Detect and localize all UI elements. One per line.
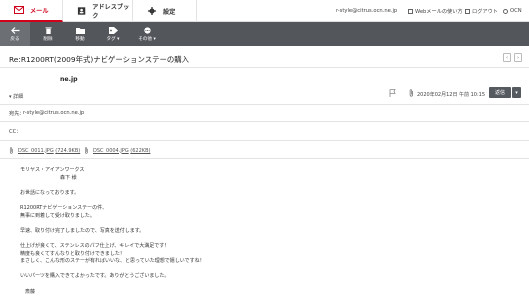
body-line: モリヤス・アイアンワークス: [20, 167, 85, 173]
cc-label: CC：: [9, 129, 22, 135]
attachment-name: DSC_0011.JPG: [18, 147, 54, 154]
tab-mail-label: メール: [30, 7, 49, 15]
message-subject: Re:R1200RT(2009年式)ナビゲーションステーの購入: [9, 55, 190, 64]
attachment-item[interactable]: DSC_0011.JPG (724.9KB): [9, 147, 80, 154]
body-line: [20, 182, 500, 190]
delete-button[interactable]: 削除: [33, 22, 63, 46]
tab-settings[interactable]: 設定: [133, 0, 197, 22]
arrow-left-icon: [10, 26, 19, 34]
body-line: 斎藤: [20, 288, 36, 295]
attachments-divider: [0, 158, 529, 159]
body-line: 早速、取り付け完了しましたので、写真を送付します。: [20, 227, 145, 234]
body-line: お世話になっております。: [20, 189, 80, 196]
cc-divider: [0, 140, 529, 141]
to-address: r-style@citrus.ocn.ne.jp: [23, 110, 85, 116]
body-line: R1200RTナビゲーションステーの件、: [20, 204, 108, 211]
body-line: 仕上げが良くて、ステンレスのパフ仕上げ、キレイで大満足です！: [20, 242, 170, 249]
address-book-icon: [77, 7, 86, 15]
help-icon: [408, 8, 413, 14]
logout-label: ログアウト: [472, 8, 498, 15]
top-navigation: メール アドレスブック 設定 r-style@citrus.ocn.ne.jp …: [0, 0, 529, 22]
move-button[interactable]: 移動: [65, 22, 95, 46]
tag-icon: [108, 26, 118, 34]
paperclip-icon: [84, 147, 88, 154]
brand-logo-icon: [503, 8, 508, 14]
body-line: [20, 235, 500, 243]
more-button[interactable]: その他 ▾: [130, 22, 164, 46]
body-line: [20, 281, 500, 289]
body-line: いいパーツを購入できてよかったです。ありがとうございました。: [20, 273, 170, 280]
message-navigation: ‹ ›: [503, 53, 522, 62]
detail-toggle-label: 詳細: [13, 94, 24, 100]
body-line: [20, 220, 500, 228]
chevron-down-icon: ▾: [515, 89, 518, 96]
chevron-left-icon: ‹: [506, 54, 508, 61]
more-icon: [143, 26, 151, 34]
chevron-right-icon: ›: [517, 54, 519, 61]
tab-mail[interactable]: メール: [0, 0, 63, 22]
reply-options-button[interactable]: ▾: [512, 87, 521, 98]
tab-settings-label: 設定: [163, 8, 176, 16]
back-label: 戻る: [10, 36, 20, 42]
logout-icon: [465, 8, 470, 14]
sender-name: ne.jp: [60, 76, 78, 83]
brand-logo[interactable]: OCN: [503, 0, 522, 22]
attachment-name: DSC_0004.JPG: [93, 147, 129, 154]
body-line: 無事に到着して受け取りました。: [20, 212, 95, 219]
attachment-icon: [409, 89, 413, 97]
message-date: 2020年02月12日 午前 10:15: [417, 92, 486, 98]
attachment-item[interactable]: DSC_0004.JPG (622KB): [84, 147, 150, 154]
back-button[interactable]: 戻る: [0, 22, 30, 46]
folder-icon: [75, 27, 85, 34]
more-label: その他 ▾: [138, 36, 156, 42]
webmail-help-label: Webメールの使い方: [415, 8, 463, 15]
attachment-size: (724.9KB): [55, 147, 81, 154]
to-divider: [0, 121, 529, 122]
body-line: まさしく、こんな形のステーが有ればいいな、と思っていた理想で嬉しいですね！: [20, 258, 205, 265]
move-label: 移動: [75, 36, 85, 42]
next-message-button[interactable]: ›: [514, 53, 522, 62]
message-body: モリヤス・アイアンワークス 森下 様 お世話になっております。 R1200RTナ…: [20, 167, 500, 296]
body-line: 森下 様: [20, 174, 77, 181]
gear-icon: [148, 7, 156, 15]
flag-icon[interactable]: [389, 89, 396, 97]
tag-label: タグ ▾: [106, 36, 120, 42]
reply-button[interactable]: 返信: [489, 87, 511, 98]
body-line: [20, 197, 500, 205]
account-email: r-style@citrus.ocn.ne.jp: [336, 8, 398, 14]
logout-link[interactable]: ログアウト: [465, 0, 498, 22]
paperclip-icon: [9, 147, 13, 154]
delete-label: 削除: [43, 36, 53, 42]
brand-logo-label: OCN: [510, 8, 522, 14]
tab-address-book[interactable]: アドレスブック: [63, 0, 133, 22]
subject-divider: [0, 67, 529, 68]
tab-address-book-label: アドレスブック: [92, 4, 130, 20]
trash-icon: [44, 26, 52, 34]
body-line: 精度も良くてすんなりと取り付けできました！: [20, 250, 125, 257]
attachment-size: (622KB): [130, 147, 151, 154]
detail-toggle[interactable]: ▾ 詳細: [9, 93, 23, 100]
message-toolbar: 戻る 削除 移動 タグ ▾ その他 ▾: [0, 22, 529, 46]
previous-message-button[interactable]: ‹: [503, 53, 511, 62]
tag-button[interactable]: タグ ▾: [96, 22, 130, 46]
mail-icon: [14, 6, 24, 14]
header-divider: [0, 104, 529, 105]
webmail-help-link[interactable]: Webメールの使い方: [408, 0, 463, 22]
